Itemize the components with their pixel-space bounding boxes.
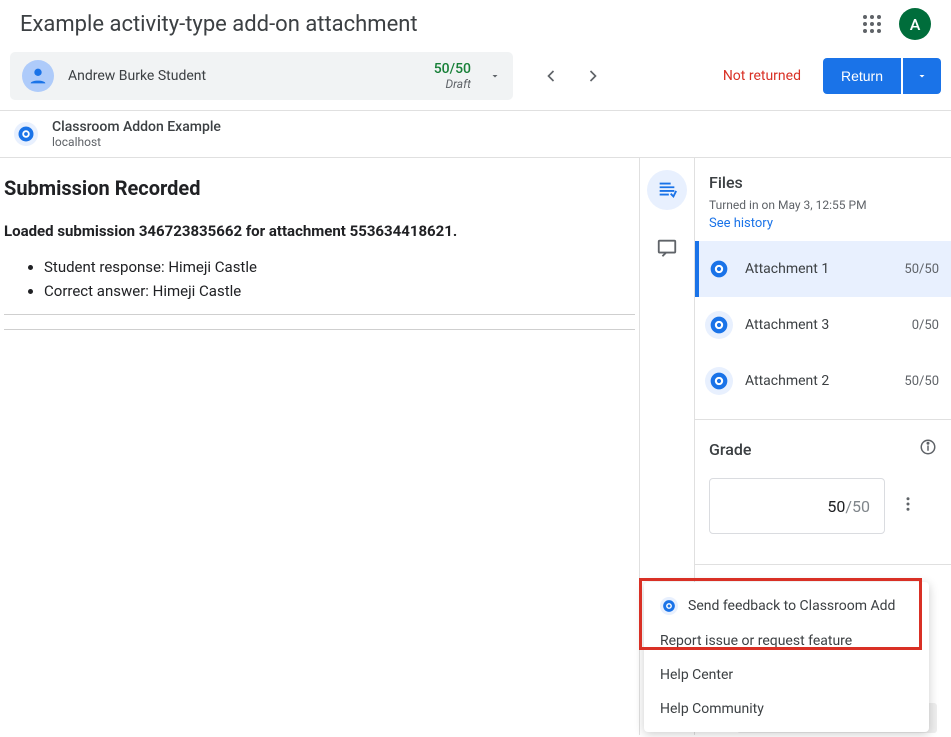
grade-input[interactable]: 50/50: [709, 478, 885, 534]
attachment-icon: [705, 311, 733, 339]
content-loaded: Loaded submission 346723835662 for attac…: [4, 222, 635, 240]
grade-row: 50/50: [709, 478, 937, 534]
prev-student-button[interactable]: [539, 64, 563, 88]
addon-icon: [14, 122, 38, 146]
grade-header: Grade: [709, 438, 937, 460]
attachment-list: Attachment 1 50/50 Attachment 3 0/50 Att…: [695, 241, 951, 409]
page-header: Example activity-type add-on attachment …: [0, 0, 951, 48]
avatar[interactable]: A: [899, 8, 931, 40]
score-value: 50/50: [434, 61, 471, 77]
attachment-score: 0/50: [912, 318, 939, 333]
help-menu-popup: Send feedback to Classroom Add Report is…: [644, 582, 929, 732]
content-area: Submission Recorded Loaded submission 34…: [0, 158, 640, 735]
list-item: Student response: Himeji Castle: [44, 258, 635, 276]
toolbar-right: Not returned Return: [723, 58, 941, 94]
menu-item-label: Send feedback to Classroom Add: [688, 598, 895, 614]
attachment-score: 50/50: [904, 374, 939, 389]
attachment-row[interactable]: Attachment 1 50/50: [695, 241, 951, 297]
toolbar: Andrew Burke Student 50/50 Draft Not ret…: [0, 48, 951, 110]
menu-item-report-issue[interactable]: Report issue or request feature: [644, 624, 929, 658]
menu-item-label: Help Community: [660, 701, 764, 717]
student-selector[interactable]: Andrew Burke Student 50/50 Draft: [10, 52, 513, 100]
files-title: Files: [709, 173, 937, 192]
tab-files-icon[interactable]: [647, 170, 687, 210]
menu-item-help-center[interactable]: Help Center: [644, 658, 929, 692]
attachment-icon: [705, 255, 733, 283]
grade-title: Grade: [709, 440, 751, 459]
return-button[interactable]: Return: [823, 58, 901, 94]
student-name: Andrew Burke Student: [68, 68, 434, 84]
menu-item-help-community[interactable]: Help Community: [644, 692, 929, 726]
see-history-link[interactable]: See history: [709, 216, 937, 231]
header-actions: A: [863, 8, 931, 40]
more-icon[interactable]: [899, 495, 917, 517]
info-icon[interactable]: [919, 438, 937, 460]
turned-in-label: Turned in on May 3, 12:55 PM: [709, 198, 937, 212]
chevron-down-icon[interactable]: [489, 67, 501, 86]
divider: [4, 314, 635, 315]
content-heading: Submission Recorded: [4, 176, 635, 200]
menu-item-label: Help Center: [660, 667, 733, 683]
tab-comments-icon[interactable]: [647, 228, 687, 268]
next-student-button[interactable]: [581, 64, 605, 88]
addon-name: Classroom Addon Example: [52, 119, 221, 135]
divider: [4, 329, 635, 330]
content-list: Student response: Himeji Castle Correct …: [4, 258, 635, 300]
grade-max: /50: [845, 497, 870, 516]
menu-item-label: Report issue or request feature: [660, 633, 852, 649]
grade-value: 50: [827, 497, 845, 516]
status-not-returned: Not returned: [723, 68, 801, 84]
return-dropdown-button[interactable]: [903, 58, 941, 94]
nav-arrows: [539, 64, 605, 88]
addon-info: Classroom Addon Example localhost: [52, 119, 221, 149]
addon-icon: [660, 597, 678, 615]
addon-bar: Classroom Addon Example localhost: [0, 110, 951, 158]
return-button-group: Return: [823, 58, 941, 94]
menu-item-send-feedback[interactable]: Send feedback to Classroom Add: [644, 588, 929, 624]
attachment-icon: [705, 367, 733, 395]
person-icon: [22, 60, 54, 92]
grade-section: Grade 50/50: [695, 419, 951, 564]
files-section: Files Turned in on May 3, 12:55 PM See h…: [695, 158, 951, 231]
attachment-row[interactable]: Attachment 3 0/50: [695, 297, 951, 353]
attachment-name: Attachment 1: [745, 261, 892, 277]
draft-label: Draft: [434, 77, 471, 91]
addon-host: localhost: [52, 135, 221, 149]
attachment-name: Attachment 2: [745, 373, 892, 389]
attachment-name: Attachment 3: [745, 317, 900, 333]
apps-icon[interactable]: [863, 15, 881, 33]
attachment-score: 50/50: [904, 262, 939, 277]
attachment-row[interactable]: Attachment 2 50/50: [695, 353, 951, 409]
student-score: 50/50 Draft: [434, 61, 471, 91]
list-item: Correct answer: Himeji Castle: [44, 282, 635, 300]
page-title: Example activity-type add-on attachment: [20, 12, 418, 37]
